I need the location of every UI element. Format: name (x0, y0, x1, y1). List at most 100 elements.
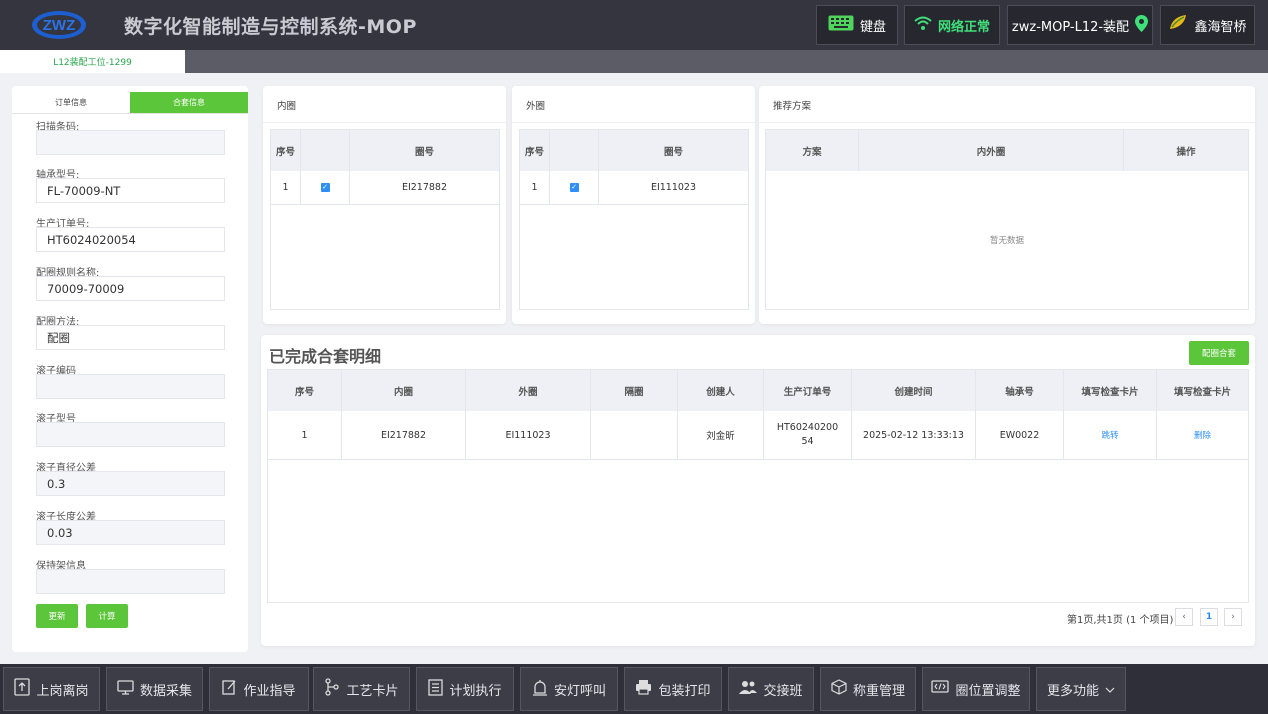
wifi-icon (914, 15, 932, 35)
completed-card: 已完成合套明细 配圈合套 序号 内圈 外圈 隔圈 创建人 生产订单号 创建时间 … (261, 335, 1255, 646)
table-row[interactable]: 1 ✓ EI111023 (520, 171, 748, 205)
col-ring: 圈号 (414, 146, 434, 158)
col-check-card-2: 填写检查卡片 (1173, 386, 1231, 398)
row-checkbox[interactable]: ✓ (550, 171, 599, 204)
printer-icon (635, 679, 652, 699)
tab-order-info[interactable]: 订单信息 (12, 92, 130, 114)
pager-summary: 第1页,共1页 (1 个项目) (1067, 615, 1174, 626)
cell-spacer (591, 411, 678, 459)
table-header: 序号 圈号 (520, 130, 748, 171)
col-bearing: 轴承号 (976, 370, 1064, 411)
table-row[interactable]: 1 EI217882 EI111023 刘金昕 HT6024020054 202… (268, 411, 1248, 460)
code-icon (931, 679, 950, 699)
col-no: 序号 (271, 130, 301, 171)
app-title: 数字化智能制造与控制系统-MOP (124, 16, 417, 38)
prev-page-button[interactable]: ‹ (1175, 608, 1193, 626)
check-icon: ✓ (569, 183, 579, 192)
col-select (301, 130, 350, 171)
outer-ring-card: 外圈 序号 圈号 1 ✓ EI111023 (512, 86, 755, 324)
delete-link[interactable]: 删除 (1194, 429, 1211, 441)
outer-ring-title: 外圈 (526, 101, 546, 112)
roller-diameter-tolerance-field[interactable]: 0.3 (36, 471, 225, 496)
brand-button[interactable]: 鑫海智桥 (1160, 5, 1255, 45)
cell-ring: EI217882 (401, 182, 448, 193)
col-time: 创建时间 (852, 370, 976, 411)
col-check-card-1: 填写检查卡片 (1064, 370, 1157, 411)
nav-label: 更多功能 (1046, 683, 1099, 699)
box-icon (831, 679, 847, 699)
col-select (550, 130, 599, 171)
location-pin-icon (1135, 14, 1149, 36)
alarm-icon (532, 679, 548, 700)
bearing-model-field[interactable]: FL-70009-NT (36, 178, 225, 203)
nav-pack-print[interactable]: 包装打印 (624, 667, 722, 711)
recommend-table: 方案 内外圈 操作 暂无数据 (765, 129, 1249, 310)
brand-label: 鑫海智桥 (1194, 19, 1247, 35)
network-label: 网络正常 (937, 19, 990, 35)
update-button[interactable]: 更新 (36, 604, 78, 628)
col-creator: 创建人 (678, 370, 764, 411)
cell-delete: 删除 (1157, 411, 1248, 459)
keyboard-icon (828, 15, 854, 35)
col-rings: 内外圈 (859, 130, 1124, 171)
zwz-logo: ZWZ (30, 9, 88, 41)
cage-info-field[interactable] (36, 569, 225, 594)
table-row[interactable]: 1 ✓ EI217882 (271, 171, 499, 205)
nav-label: 作业指导 (243, 683, 296, 699)
inner-ring-title: 内圈 (277, 101, 297, 112)
nav-more[interactable]: 更多功能 (1036, 667, 1126, 711)
nav-ring-position[interactable]: 圈位置调整 (922, 667, 1030, 711)
left-panel-tabs: 订单信息 合套信息 (12, 92, 248, 114)
check-icon: ✓ (320, 183, 330, 192)
match-assemble-button[interactable]: 配圈合套 (1189, 341, 1249, 365)
nav-label: 数据采集 (139, 683, 192, 699)
cell-jump: 跳转 (1064, 411, 1157, 459)
tab-station[interactable]: L12装配工位-1299 (0, 50, 185, 73)
jump-link[interactable]: 跳转 (1101, 429, 1118, 441)
nav-process-card[interactable]: 工艺卡片 (313, 667, 410, 711)
keyboard-label: 键盘 (859, 19, 886, 35)
nav-andon-call[interactable]: 安灯呼叫 (520, 667, 618, 711)
list-icon (428, 678, 444, 700)
col-action: 操作 (1176, 146, 1196, 158)
cell-ring: EI111023 (650, 182, 697, 193)
next-page-button[interactable]: › (1224, 608, 1242, 626)
station-selector[interactable]: zwz-MOP-L12-装配 (1007, 5, 1153, 45)
tab-match-info[interactable]: 合套信息 (130, 92, 248, 114)
completed-table: 序号 内圈 外圈 隔圈 创建人 生产订单号 创建时间 轴承号 填写检查卡片 填写… (267, 369, 1249, 603)
nav-on-off-duty[interactable]: 上岗离岗 (3, 667, 100, 711)
nav-label: 包装打印 (658, 683, 711, 699)
roller-code-field[interactable] (36, 374, 225, 399)
network-status[interactable]: 网络正常 (904, 5, 1000, 45)
app-header: ZWZ 数字化智能制造与控制系统-MOP 键盘 网络正常 zwz-MOP-L12… (0, 0, 1268, 50)
inner-ring-card: 内圈 序号 圈号 1 ✓ EI217882 (263, 86, 506, 324)
cell-no: 1 (268, 411, 342, 459)
keyboard-button[interactable]: 键盘 (816, 5, 898, 45)
cell-time: 2025-02-12 13:33:13 (852, 411, 976, 459)
users-icon (739, 680, 758, 698)
table-header: 方案 内外圈 操作 (766, 130, 1248, 171)
chevron-down-icon (1105, 682, 1115, 697)
scan-barcode-input[interactable] (36, 130, 225, 155)
roller-model-field[interactable] (36, 422, 225, 447)
nav-label: 交接班 (763, 683, 803, 699)
nav-work-guide[interactable]: 作业指导 (209, 667, 309, 711)
match-method-field[interactable]: 配圈 (36, 325, 225, 350)
brand-logo-icon (1168, 13, 1188, 37)
production-order-field[interactable]: HT6024020054 (36, 227, 225, 252)
rule-name-field[interactable]: 70009-70009 (36, 276, 225, 301)
nav-plan-execution[interactable]: 计划执行 (416, 667, 514, 711)
station-label: zwz-MOP-L12-装配 (1011, 19, 1130, 35)
row-checkbox[interactable]: ✓ (301, 171, 350, 204)
upload-icon (14, 678, 31, 700)
nav-shift-handover[interactable]: 交接班 (728, 667, 814, 711)
nav-data-collection[interactable]: 数据采集 (106, 667, 203, 711)
col-order: 生产订单号 (764, 370, 852, 411)
nav-weighing[interactable]: 称重管理 (820, 667, 916, 711)
divider (263, 122, 506, 123)
calculate-button[interactable]: 计算 (86, 604, 128, 628)
bottom-nav: 上岗离岗 数据采集 作业指导 工艺卡片 计划执行 安灯呼叫 包装打印 交接班 称… (0, 664, 1268, 714)
roller-length-tolerance-field[interactable]: 0.03 (36, 520, 225, 545)
page-1-button[interactable]: 1 (1200, 608, 1218, 626)
nav-label: 圈位置调整 (955, 683, 1021, 699)
